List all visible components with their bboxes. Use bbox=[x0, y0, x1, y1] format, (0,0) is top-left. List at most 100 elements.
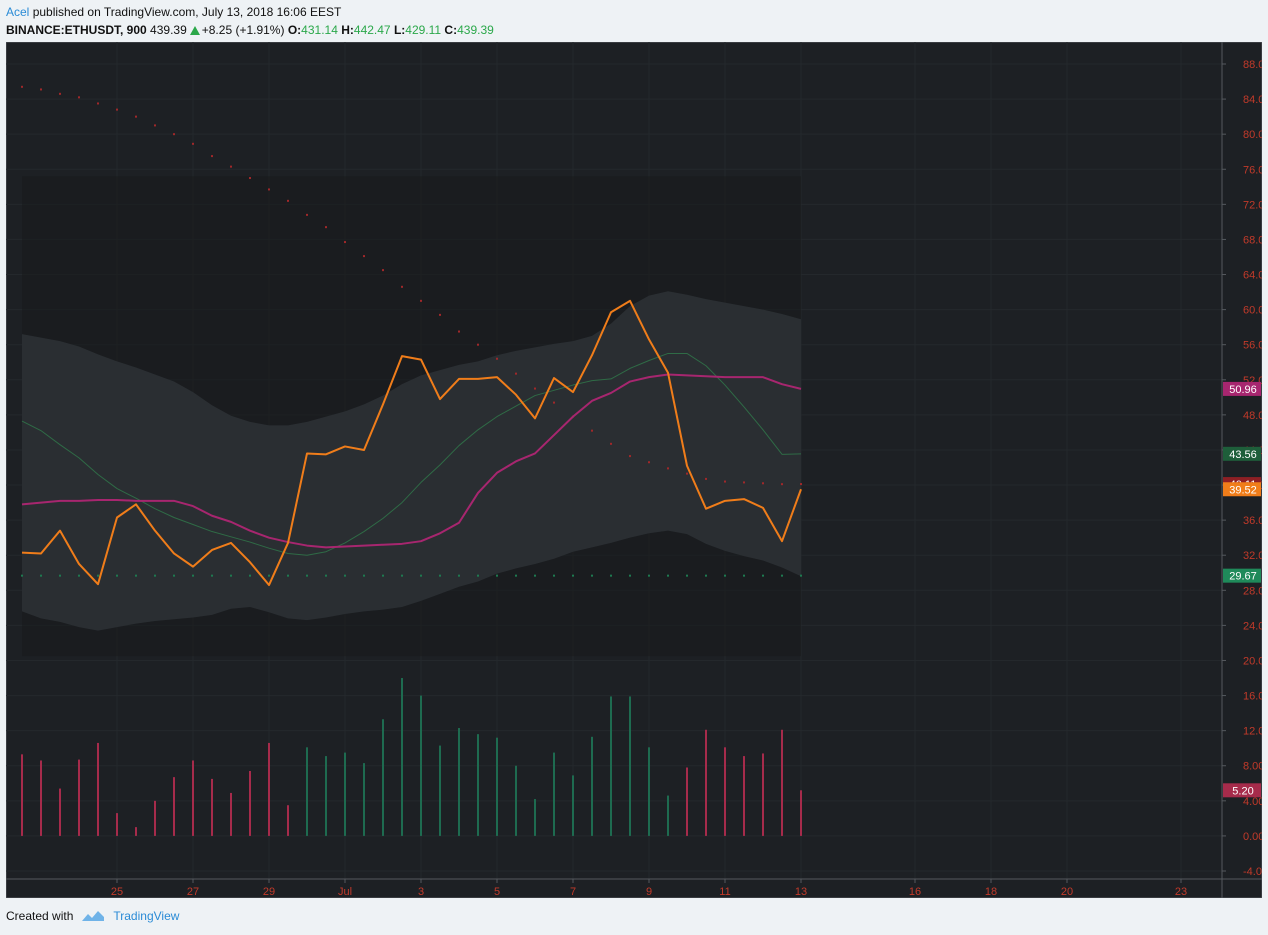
volume-bar-up bbox=[363, 763, 365, 836]
dot-marker-top bbox=[249, 177, 251, 180]
volume-bar-down bbox=[40, 760, 42, 836]
close-label: C: bbox=[444, 23, 458, 37]
dot-marker-bottom bbox=[800, 574, 802, 577]
volume-bar-down bbox=[724, 747, 726, 836]
volume-bar-up bbox=[667, 795, 669, 836]
price-axis-label: 60.00 bbox=[1243, 305, 1262, 317]
last-price: 439.39 bbox=[150, 23, 187, 37]
dot-marker-bottom bbox=[116, 574, 118, 577]
dot-marker-bottom bbox=[477, 574, 479, 577]
price-axis-label: 48.00 bbox=[1243, 410, 1262, 422]
tradingview-link[interactable]: TradingView bbox=[113, 909, 179, 923]
price-axis-label: 36.00 bbox=[1243, 515, 1262, 527]
time-axis-label: Jul bbox=[338, 886, 352, 898]
up-arrow-icon bbox=[189, 26, 200, 35]
dot-marker-bottom bbox=[59, 574, 61, 577]
low-label: L: bbox=[393, 23, 406, 37]
price-axis-label: 80.00 bbox=[1243, 129, 1262, 141]
time-axis-label: 20 bbox=[1061, 886, 1073, 898]
open-value: 431.14 bbox=[301, 23, 338, 37]
volume-bar-down bbox=[21, 754, 23, 836]
volume-bar-up bbox=[420, 695, 422, 836]
dot-marker-top bbox=[496, 357, 498, 360]
time-axis-label: 23 bbox=[1175, 886, 1187, 898]
volume-bar-down bbox=[59, 788, 61, 836]
chart-container[interactable]: 88.00 84.00 80.00 76.00 72.00 68.00 64.00 60.00… bbox=[6, 42, 1262, 898]
volume-bar-up bbox=[648, 747, 650, 836]
volume-bar-down bbox=[249, 771, 251, 836]
price-axis-label: 72.00 bbox=[1243, 199, 1262, 211]
author-link[interactable]: Acel bbox=[6, 5, 29, 19]
volume-bar-down bbox=[154, 800, 156, 836]
price-axis-label: 84.00 bbox=[1243, 94, 1262, 106]
created-with-text: Created with bbox=[6, 909, 74, 923]
volume-bar-up bbox=[553, 752, 555, 836]
volume-bar-up bbox=[496, 737, 498, 836]
dot-marker-top bbox=[287, 199, 289, 202]
dot-marker-top bbox=[439, 313, 441, 316]
volume-bar-down bbox=[78, 759, 80, 836]
dot-marker-bottom bbox=[591, 574, 593, 577]
symbol-name: BINANCE:ETHUSDT, 900 bbox=[6, 23, 147, 37]
dot-marker-top bbox=[724, 480, 726, 483]
volume-bar-down bbox=[230, 792, 232, 836]
time-axis-label: 29 bbox=[263, 886, 275, 898]
dot-marker-top bbox=[629, 455, 631, 458]
dot-marker-top bbox=[325, 226, 327, 229]
dot-marker-top bbox=[534, 387, 536, 390]
dot-marker-bottom bbox=[21, 574, 23, 577]
dot-marker-bottom bbox=[724, 574, 726, 577]
dot-marker-top bbox=[743, 481, 745, 484]
dot-marker-bottom bbox=[135, 574, 137, 577]
volume-bar-down bbox=[762, 753, 764, 836]
volume-bar-up bbox=[610, 696, 612, 836]
price-axis-label: 64.00 bbox=[1243, 270, 1262, 282]
dot-marker-top bbox=[230, 165, 232, 168]
dot-marker-top bbox=[420, 299, 422, 302]
volume-bar-up bbox=[534, 799, 536, 836]
time-axis-label: 18 bbox=[985, 886, 997, 898]
dot-marker-top bbox=[211, 155, 213, 158]
price-label-text: 43.56 bbox=[1229, 449, 1257, 461]
dot-marker-bottom bbox=[781, 574, 783, 577]
price-axis-label: 20.00 bbox=[1243, 655, 1262, 667]
price-axis-label: 16.00 bbox=[1243, 691, 1262, 703]
dot-marker-top bbox=[97, 102, 99, 105]
dot-marker-top bbox=[154, 124, 156, 127]
time-axis-label: 5 bbox=[494, 886, 500, 898]
dot-marker-bottom bbox=[173, 574, 175, 577]
dot-marker-bottom bbox=[553, 574, 555, 577]
dot-marker-bottom bbox=[306, 574, 308, 577]
volume-bar-down bbox=[705, 729, 707, 836]
dot-marker-top bbox=[344, 241, 346, 244]
volume-bar-down bbox=[743, 756, 745, 836]
dot-marker-top bbox=[591, 429, 593, 432]
dot-marker-bottom bbox=[667, 574, 669, 577]
dot-marker-top bbox=[553, 401, 555, 404]
dot-marker-bottom bbox=[344, 574, 346, 577]
publish-info: Acel published on TradingView.com, July … bbox=[6, 4, 341, 20]
volume-bar-up bbox=[382, 719, 384, 836]
dot-marker-bottom bbox=[515, 574, 517, 577]
price-axis-label: 28.00 bbox=[1243, 585, 1262, 597]
volume-bar-up bbox=[515, 765, 517, 836]
dot-marker-bottom bbox=[230, 574, 232, 577]
volume-bar-up bbox=[306, 747, 308, 836]
dot-marker-bottom bbox=[401, 574, 403, 577]
dot-marker-bottom bbox=[192, 574, 194, 577]
high-value: 442.47 bbox=[353, 23, 391, 37]
volume-bar-down bbox=[287, 805, 289, 836]
volume-bar-up bbox=[629, 696, 631, 836]
dot-marker-bottom bbox=[211, 574, 213, 577]
dot-marker-top bbox=[116, 108, 118, 111]
close-value: 439.39 bbox=[457, 23, 494, 37]
dot-marker-bottom bbox=[382, 574, 384, 577]
chart-svg[interactable]: 88.00 84.00 80.00 76.00 72.00 68.00 64.00 60.00… bbox=[6, 42, 1262, 898]
dot-marker-top bbox=[401, 285, 403, 288]
dot-marker-bottom bbox=[268, 574, 270, 577]
dot-marker-top bbox=[382, 269, 384, 272]
tradingview-logo-icon bbox=[82, 911, 105, 921]
price-axis-label: 8.00 bbox=[1243, 761, 1262, 773]
dot-marker-top bbox=[78, 96, 80, 99]
price-label-text: 50.96 bbox=[1229, 384, 1257, 396]
